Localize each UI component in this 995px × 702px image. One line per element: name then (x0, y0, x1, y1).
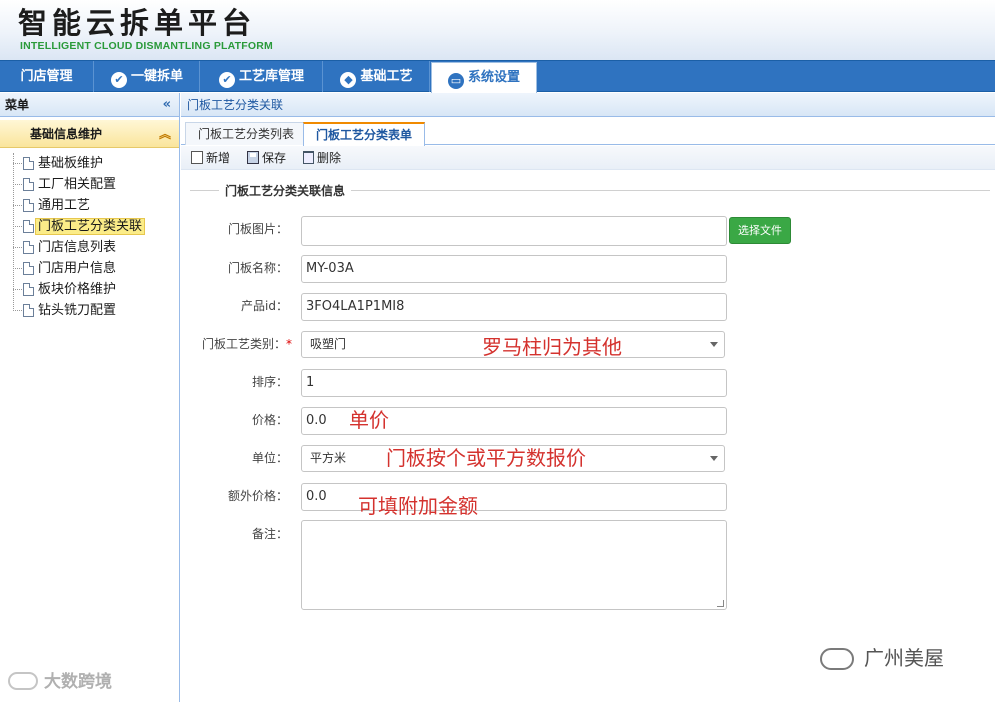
price-label: 价格： (251, 413, 288, 427)
chevron-down-icon (710, 456, 718, 461)
sidebar-item-store-users[interactable]: 门店用户信息 (0, 258, 179, 279)
watermark-logo-icon (8, 672, 38, 690)
new-button[interactable]: 新增 (191, 146, 230, 170)
nav-label: 系统设置 (467, 70, 520, 85)
nav-label: 一键拆单 (130, 69, 183, 84)
image-label: 门板图片： (227, 222, 288, 236)
trash-icon (303, 151, 314, 164)
document-icon (23, 178, 34, 191)
extra-price-label: 额外价格： (227, 489, 288, 503)
nav-process-library[interactable]: ✔ 工艺库管理 (201, 61, 323, 92)
app-title: 智能云拆单平台 (18, 6, 257, 40)
document-icon (23, 304, 34, 317)
top-nav: 门店管理 ✔ 一键拆单 ✔ 工艺库管理 ◆ 基础工艺 ▭ 系统设置 (0, 60, 995, 93)
nav-label: 工艺库管理 (238, 69, 304, 84)
sidebar-item-drill-config[interactable]: 钻头铣刀配置 (0, 300, 179, 321)
save-button-label: 保存 (262, 151, 287, 165)
sort-field[interactable]: 1 (301, 369, 727, 397)
toolbar: 新增 保存 删除 (181, 146, 995, 170)
form-legend: 门板工艺分类关联信息 (219, 183, 352, 199)
chevron-up-icon[interactable]: ︽ (159, 120, 171, 148)
remark-label: 备注： (251, 527, 288, 541)
price-annotation: 单价 (349, 408, 389, 432)
choose-file-button[interactable]: 选择文件 (729, 217, 791, 244)
nav-label: 门店管理 (20, 69, 73, 84)
monitor-icon: ▭ (447, 73, 464, 89)
sidebar-item-board-price[interactable]: 板块价格维护 (0, 279, 179, 300)
diamond-circle-icon: ◆ (340, 72, 357, 88)
breadcrumb: 门板工艺分类关联 (181, 93, 995, 117)
new-button-label: 新增 (206, 151, 231, 165)
unit-selected: 平方米 (310, 451, 347, 465)
document-icon (23, 283, 34, 296)
required-mark: * (286, 337, 292, 351)
sidebar-item-general-process[interactable]: 通用工艺 (0, 195, 179, 216)
check-circle-icon: ✔ (110, 72, 127, 88)
chevron-down-icon (710, 342, 718, 347)
new-document-icon (191, 151, 203, 164)
sidebar-title: 菜单 (5, 98, 30, 112)
name-field[interactable]: MY-03A (301, 255, 727, 283)
document-icon (23, 157, 34, 170)
extra-price-annotation: 可填附加金额 (358, 494, 478, 518)
document-icon (23, 241, 34, 254)
save-button[interactable]: 保存 (247, 146, 286, 170)
nav-system-settings[interactable]: ▭ 系统设置 (431, 62, 537, 93)
watermark-right: 广州美屋 (820, 645, 944, 671)
sort-label: 排序： (251, 375, 288, 389)
check-circle-icon: ✔ (218, 72, 235, 88)
document-icon (23, 199, 34, 212)
tab-list[interactable]: 门板工艺分类列表 (185, 122, 308, 145)
delete-button-label: 删除 (317, 151, 342, 165)
watermark-left: 大数跨境 (8, 671, 112, 693)
unit-label: 单位： (251, 451, 288, 465)
sidebar: 菜单 « 基础信息维护 ︽ 基础板维护 工厂相关配置 通用工艺 门板工艺分类关联… (0, 93, 180, 702)
unit-annotation: 门板按个或平方数报价 (386, 446, 586, 470)
remark-textarea[interactable] (301, 520, 727, 610)
tab-form[interactable]: 门板工艺分类表单 (303, 122, 426, 146)
nav-one-click-split[interactable]: ✔ 一键拆单 (95, 61, 200, 92)
sidebar-item-basic-board[interactable]: 基础板维护 (0, 153, 179, 174)
category-annotation: 罗马柱归为其他 (482, 335, 622, 359)
sidebar-header: 菜单 « (0, 93, 179, 117)
floppy-disk-icon (247, 151, 259, 164)
app-subtitle: INTELLIGENT CLOUD DISMANTLING PLATFORM (20, 40, 273, 52)
delete-button[interactable]: 删除 (303, 146, 341, 170)
sidebar-group-label: 基础信息维护 (30, 127, 103, 141)
image-path-field[interactable] (301, 216, 727, 246)
tab-bar: 门板工艺分类列表 门板工艺分类表单 (181, 118, 995, 146)
name-label: 门板名称： (227, 261, 288, 275)
nav-label: 基础工艺 (360, 69, 413, 84)
wechat-icon (820, 648, 854, 670)
collapse-icon[interactable]: « (163, 93, 171, 117)
sidebar-item-door-process-link[interactable]: 门板工艺分类关联 (0, 216, 179, 237)
document-icon (23, 220, 34, 233)
resize-grip-icon[interactable] (717, 600, 724, 607)
sidebar-group-basic-info[interactable]: 基础信息维护 ︽ (0, 120, 179, 148)
category-selected: 吸塑门 (310, 337, 347, 351)
product-id-label: 产品id： (241, 299, 288, 313)
document-icon (23, 262, 34, 275)
nav-basic-process[interactable]: ◆ 基础工艺 (324, 61, 430, 92)
sidebar-tree: 基础板维护 工厂相关配置 通用工艺 门板工艺分类关联 门店信息列表 门店用户信息… (0, 153, 179, 321)
category-label: 门板工艺类别：* (201, 337, 292, 351)
nav-store-management[interactable]: 门店管理 (0, 61, 94, 92)
sidebar-item-factory-config[interactable]: 工厂相关配置 (0, 174, 179, 195)
app-header: 智能云拆单平台 INTELLIGENT CLOUD DISMANTLING PL… (0, 0, 995, 60)
sidebar-item-store-list[interactable]: 门店信息列表 (0, 237, 179, 258)
product-id-field[interactable]: 3FO4LA1P1MI8 (301, 293, 727, 321)
